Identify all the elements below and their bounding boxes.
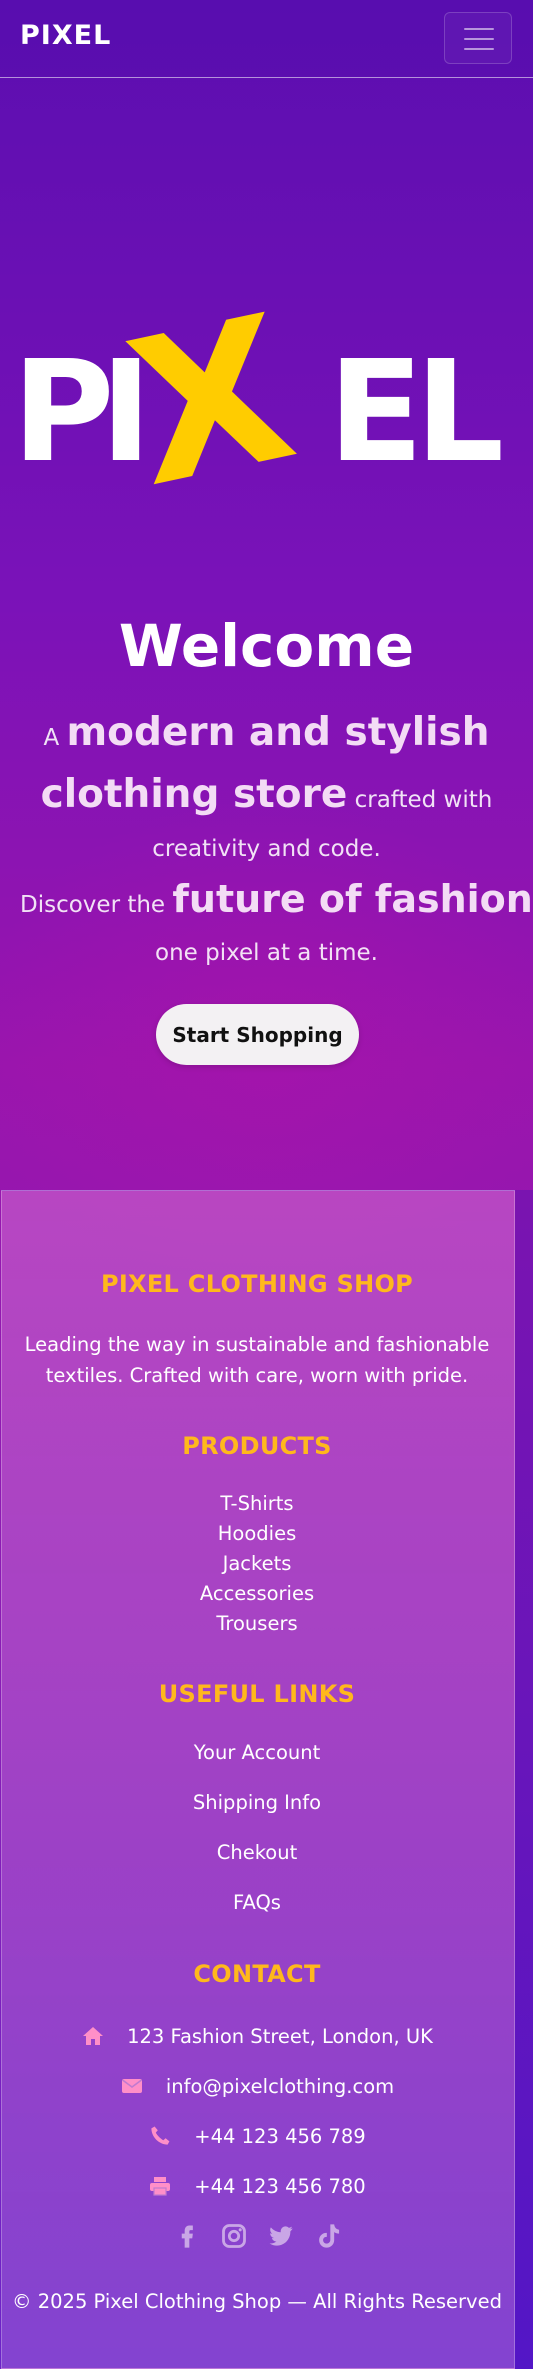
footer-product-tshirts[interactable]: T-Shirts bbox=[0, 1492, 514, 1515]
hero-tagline-line-2: clothing store crafted with bbox=[40, 772, 493, 817]
footer-product-hoodies[interactable]: Hoodies bbox=[0, 1522, 514, 1545]
logo-letter-e: E bbox=[328, 331, 424, 494]
contact-phone[interactable]: +44 123 456 789 bbox=[0, 2121, 514, 2151]
twitter-icon[interactable] bbox=[267, 2222, 295, 2250]
home-icon bbox=[83, 2027, 104, 2045]
tiktok-icon[interactable] bbox=[314, 2222, 342, 2250]
menu-toggle-button[interactable] bbox=[444, 12, 512, 64]
hamburger-menu-icon bbox=[464, 28, 494, 30]
footer-useful-links-heading: USEFUL LINKS bbox=[158, 1680, 356, 1708]
contact-email[interactable]: info@pixelclothing.com bbox=[0, 2071, 514, 2101]
footer-shop-description-1: Leading the way in sustainable and fashi… bbox=[24, 1333, 490, 1356]
phone-icon bbox=[151, 2126, 170, 2145]
copyright-text: © 2025 Pixel Clothing Shop — All Rights … bbox=[12, 2290, 502, 2313]
footer-link-shipping-info[interactable]: Shipping Info bbox=[0, 1791, 514, 1814]
footer-shop-heading: PIXEL CLOTHING SHOP bbox=[100, 1270, 414, 1298]
footer-product-trousers[interactable]: Trousers bbox=[0, 1612, 514, 1635]
contact-fax: +44 123 456 780 bbox=[0, 2171, 514, 2201]
footer-shop-description-2: textiles. Crafted with care, worn with p… bbox=[45, 1364, 469, 1387]
pixel-logo-graphic: P I X E L bbox=[12, 300, 504, 510]
hero-tagline-line-3: creativity and code. bbox=[152, 836, 381, 862]
footer-products-heading: PRODUCTS bbox=[182, 1432, 332, 1460]
social-links bbox=[0, 2222, 514, 2252]
hero-tagline-line-5: one pixel at a time. bbox=[155, 940, 378, 966]
footer-product-accessories[interactable]: Accessories bbox=[0, 1582, 514, 1605]
hero-tagline-line-4: Discover the future of fashion, bbox=[20, 877, 533, 921]
print-icon bbox=[150, 2177, 171, 2196]
footer-contact-heading: CONTACT bbox=[193, 1960, 321, 1988]
start-shopping-button[interactable]: Start Shopping bbox=[156, 1004, 359, 1065]
page-edge-strip bbox=[515, 1190, 533, 2369]
hero-title: Welcome bbox=[118, 612, 415, 680]
facebook-icon[interactable] bbox=[173, 2222, 201, 2250]
envelope-icon bbox=[121, 2079, 142, 2093]
page: PIXEL P I X E L Welcome A modern and sty… bbox=[0, 0, 533, 2369]
hero-tagline-line-1: A modern and stylish bbox=[43, 710, 490, 755]
contact-address: 123 Fashion Street, London, UK bbox=[0, 2021, 514, 2051]
hero-logo: P I X E L bbox=[0, 300, 533, 510]
navbar: PIXEL bbox=[0, 0, 533, 78]
logo-letter-l: L bbox=[415, 331, 504, 494]
footer-product-jackets[interactable]: Jackets bbox=[0, 1552, 514, 1575]
brand-link[interactable]: PIXEL bbox=[20, 20, 111, 51]
footer-link-faqs[interactable]: FAQs bbox=[0, 1891, 514, 1914]
footer-link-checkout[interactable]: Chekout bbox=[0, 1841, 514, 1864]
footer-link-your-account[interactable]: Your Account bbox=[0, 1741, 514, 1764]
instagram-icon[interactable] bbox=[220, 2222, 248, 2250]
